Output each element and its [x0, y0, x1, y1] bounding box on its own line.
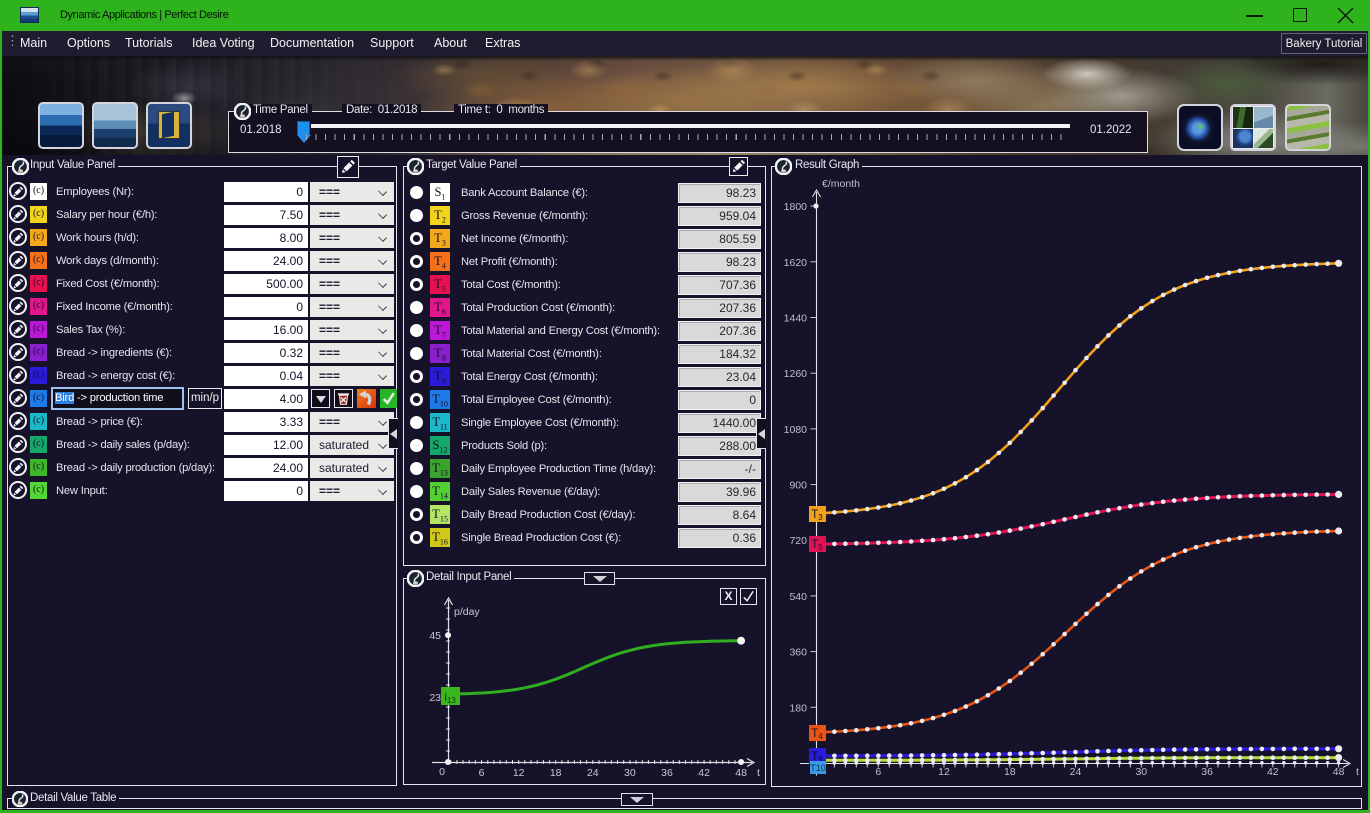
svg-text:t: t	[757, 767, 760, 779]
svg-text:48: 48	[1333, 766, 1345, 778]
svg-text:48: 48	[735, 767, 747, 779]
svg-text:42: 42	[1267, 766, 1279, 778]
svg-text:36: 36	[1201, 766, 1213, 778]
svg-text:1080: 1080	[784, 424, 808, 436]
svg-text:12: 12	[513, 767, 525, 779]
svg-text:180: 180	[789, 702, 807, 714]
svg-text:0: 0	[439, 766, 445, 778]
svg-text:540: 540	[789, 591, 807, 603]
svg-text:900: 900	[789, 480, 807, 492]
svg-text:360: 360	[789, 647, 807, 659]
svg-text:720: 720	[789, 535, 807, 547]
svg-text:45: 45	[429, 630, 441, 642]
svg-text:1440: 1440	[784, 313, 808, 325]
svg-text:t: t	[1356, 766, 1359, 778]
svg-text:12: 12	[938, 766, 950, 778]
svg-text:24: 24	[587, 767, 599, 779]
svg-text:6: 6	[479, 767, 485, 779]
svg-text:30: 30	[1135, 766, 1147, 778]
svg-text:1800: 1800	[784, 201, 808, 213]
svg-text:1620: 1620	[784, 257, 808, 269]
svg-text:T10: T10	[810, 763, 826, 773]
svg-text:1260: 1260	[784, 368, 808, 380]
svg-text:30: 30	[624, 767, 636, 779]
svg-text:18: 18	[1004, 766, 1016, 778]
svg-text:23: 23	[429, 692, 441, 704]
svg-text:€/month: €/month	[822, 178, 860, 190]
svg-text:24: 24	[1070, 766, 1082, 778]
svg-text:36: 36	[661, 767, 673, 779]
svg-text:p/day: p/day	[454, 606, 480, 618]
svg-text:18: 18	[550, 767, 562, 779]
svg-text:6: 6	[875, 766, 881, 778]
svg-text:42: 42	[698, 767, 710, 779]
